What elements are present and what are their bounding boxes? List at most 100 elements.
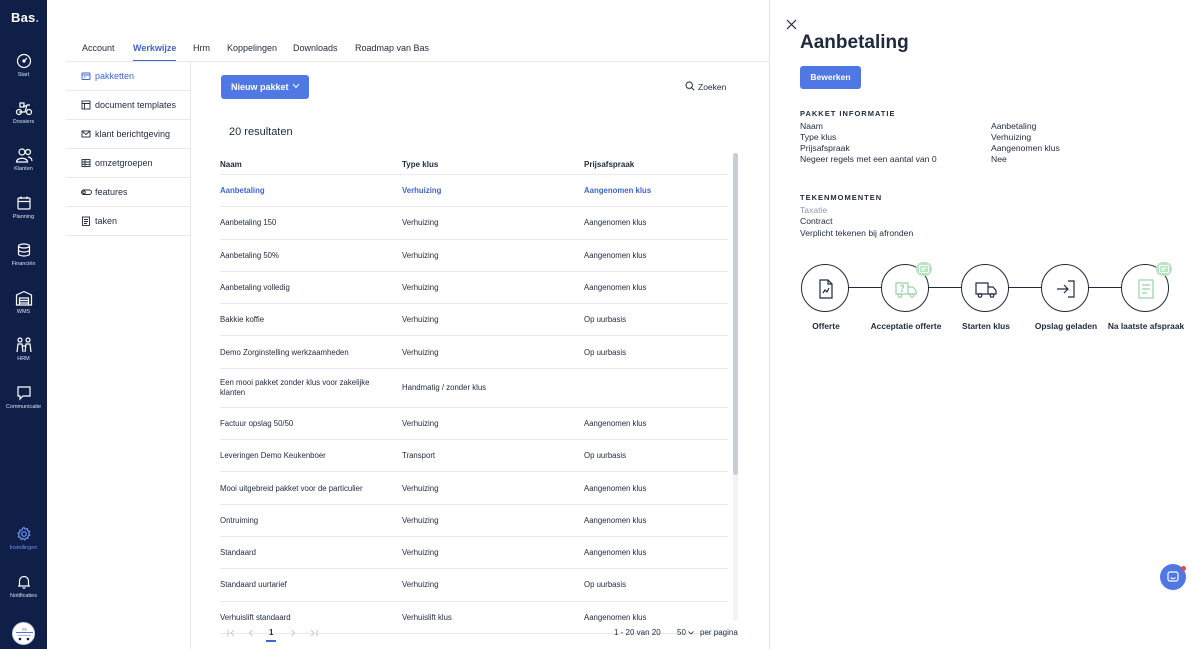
users-icon [15,148,33,163]
cell-naam: Verhuislift standaard [220,612,291,622]
cell-prijsafspraak: Op uurbasis [584,580,627,590]
cell-naam: Demo Zorginstelling werkzaamheden [220,347,349,357]
next-page-icon[interactable] [290,629,296,637]
checklist-icon [82,216,90,226]
table-row[interactable]: Aanbetaling volledig Verhuizing Aangenomen… [220,272,728,305]
last-page-icon[interactable] [309,629,318,637]
app-sidebar: Bas. Start Dossiers Klanten Planning Fin… [0,0,47,649]
nav-communicatie[interactable]: Communicatie [0,385,47,410]
avatar[interactable] [12,622,35,645]
unread-indicator [1181,566,1186,571]
template-icon [81,100,91,110]
step-circle [961,264,1009,312]
cell-naam: Factuur opslag 50/50 [220,418,294,428]
cell-naam: Standaard [220,548,256,558]
nav-hrm[interactable]: HRM [0,337,47,362]
info-value: Verhuizing [991,132,1032,142]
cell-type-klus: Handmatig / zonder klus [402,383,487,393]
table-row[interactable]: Een mooi pakket zonder klus voor zakelij… [220,369,728,408]
cell-prijsafspraak: Aangenomen klus [584,250,647,260]
subnav-item-taken[interactable]: taken [66,207,190,236]
login-arrow-icon [1057,280,1075,298]
chat-icon [16,386,31,401]
table-row[interactable]: Aanbetaling 150 Verhuizing Aangenomen klus [220,207,728,240]
support-chat-button[interactable] [1160,564,1186,590]
subnav-item-klant-berichtgeving[interactable]: klant berichtgeving [66,120,190,149]
signature-badge [916,262,932,276]
nav-instellingen[interactable]: Instellingen [0,526,47,551]
tab-werkwijze[interactable]: Werkwijze [133,43,176,53]
subnav-item-pakketten[interactable]: pakketten [66,62,190,91]
current-page[interactable]: 1 [269,628,273,637]
current-page-indicator [266,640,276,642]
nav-klanten[interactable]: Klanten [0,147,47,172]
table-row[interactable]: Aanbetaling 50% Verhuizing Aangenomen klus [220,240,728,272]
tab-hrm[interactable]: Hrm [193,43,210,53]
table-row[interactable]: Leveringen Demo Keukenboer Transport Op uu… [220,440,728,473]
step-label: Opslag geladen [1034,321,1098,331]
table-row[interactable]: Ontruiming Verhuizing Aangenomen klus [220,505,728,537]
nav-label: Communicatie [5,404,42,410]
tab-roadmap[interactable]: Roadmap van Bas [355,43,429,53]
close-icon[interactable] [786,19,797,30]
nav-start[interactable]: Start [0,53,47,78]
scrollbar-thumb[interactable] [733,153,738,475]
cell-naam: Bakkie koffie [220,315,265,325]
nav-dossiers[interactable]: Dossiers [0,100,47,125]
cell-prijsafspraak: Aangenomen klus [584,612,647,622]
subnav-item-omzetgroepen[interactable]: omzetgroepen [66,149,190,178]
nav-label: Notificaties [10,593,37,599]
edit-button[interactable]: Bewerken [800,66,861,89]
detail-title: Aanbetaling [800,32,909,53]
cell-prijsafspraak: Aangenomen klus [584,548,647,558]
search-icon [685,81,695,91]
table-row[interactable]: Mooi uitgebreid pakket voor de particuli… [220,472,728,505]
column-header-prijsafspraak[interactable]: Prijsafspraak [584,160,634,169]
cell-naam: Een mooi pakket zonder klus voor zakelij… [220,378,370,398]
mail-icon [81,130,91,138]
new-package-button[interactable]: Nieuw pakket [221,75,309,99]
divider [769,0,770,649]
cell-naam: Aanbetaling 50% [220,250,279,260]
nav-label: Financiën [11,261,36,267]
warehouse-icon [15,290,32,306]
nav-notificaties[interactable]: Notificaties [0,574,47,599]
results-count: 20 resultaten [229,126,293,138]
search-button[interactable]: Zoeken [685,81,726,93]
tab-downloads[interactable]: Downloads [293,43,338,53]
cell-type-klus: Verhuizing [402,186,442,196]
previous-page-icon[interactable] [248,629,254,637]
info-value: Aangenomen klus [991,143,1060,153]
sign-moment: Taxatie [800,205,828,215]
subnav-label: features [95,187,128,197]
table-row[interactable]: Demo Zorginstelling werkzaamheden Verhuiz… [220,337,728,369]
cell-prijsafspraak: Aangenomen klus [584,515,647,525]
table-row[interactable]: Bakkie koffie Verhuizing Op uurbasis [220,304,728,337]
subnav-item-document-templates[interactable]: document templates [66,91,190,120]
tab-koppelingen[interactable]: Koppelingen [227,43,277,53]
cell-prijsafspraak: Aangenomen klus [584,418,647,428]
cell-type-klus: Verhuislift klus [402,612,452,622]
table-row[interactable]: Standaard uurtarief Verhuizing Op uurbasis [220,569,728,602]
app-logo[interactable]: Bas. [11,10,39,25]
table-row[interactable]: Aanbetaling Verhuizing Aangenomen klus [220,175,728,208]
subnav-item-features[interactable]: features [66,178,190,207]
nav-financien[interactable]: Financiën [0,242,47,267]
column-header-type-klus[interactable]: Type klus [402,160,438,169]
page-size-select[interactable]: 50 [677,628,694,637]
nav-label: Planning [12,214,35,220]
table-row[interactable]: Standaard Verhuizing Aangenomen klus [220,537,728,570]
first-page-icon[interactable] [227,629,236,637]
toggle-icon [81,189,92,195]
calendar-icon [16,196,31,210]
column-header-naam[interactable]: Naam [220,160,242,169]
tab-account[interactable]: Account [82,43,115,53]
info-value: Nee [991,154,1007,164]
nav-wms[interactable]: WMS [0,290,47,315]
table-row[interactable]: Factuur opslag 50/50 Verhuizing Aangenomen… [220,408,728,441]
section-heading-sign: TEKENMOMENTEN [800,193,883,202]
chat-icon [1167,571,1179,582]
cell-prijsafspraak: Aangenomen klus [584,483,647,493]
cell-prijsafspraak: Aangenomen klus [584,186,652,196]
nav-planning[interactable]: Planning [0,195,47,220]
